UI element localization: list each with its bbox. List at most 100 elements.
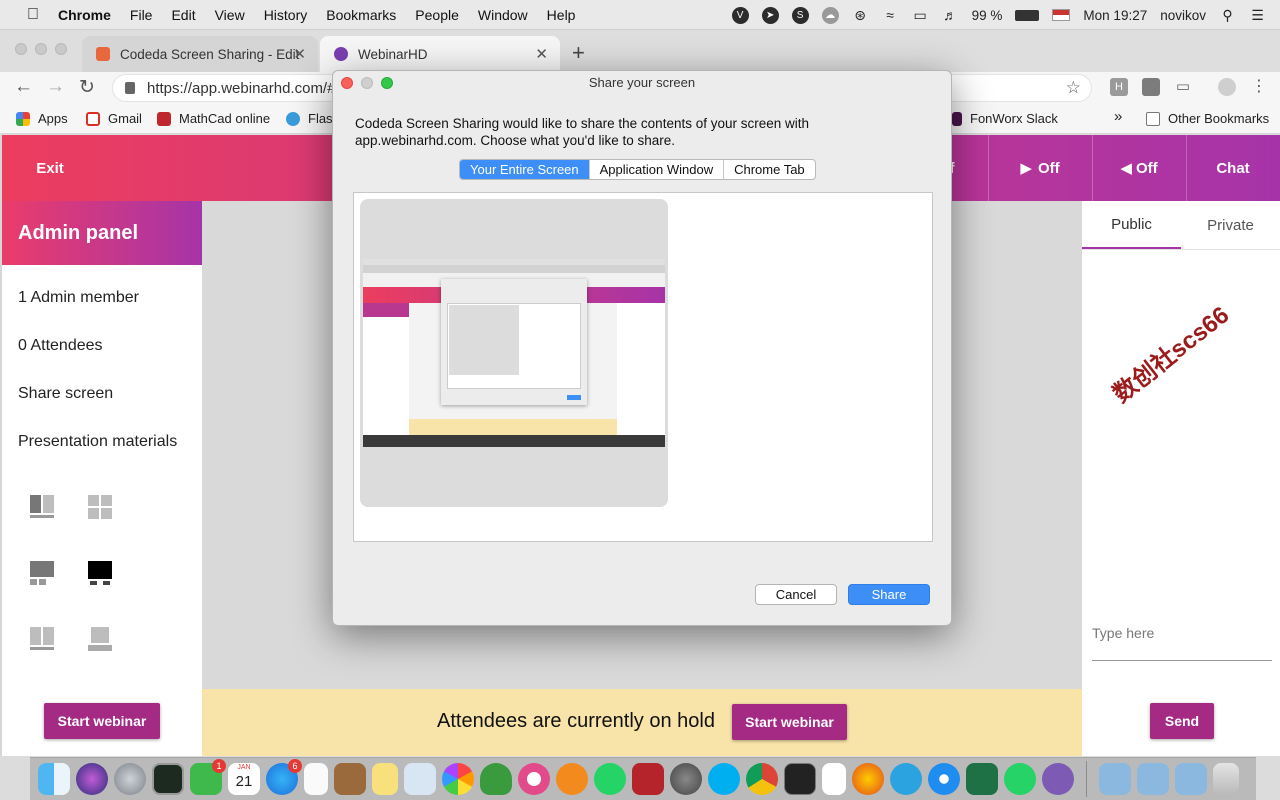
layout-split-icon[interactable] xyxy=(30,495,54,519)
telegram-status-icon[interactable]: ➤ xyxy=(762,7,779,24)
window-minimize-button[interactable] xyxy=(35,43,47,55)
bookmark-other[interactable]: Other Bookmarks xyxy=(1146,111,1269,126)
cancel-button[interactable]: Cancel xyxy=(755,584,837,605)
chat-message-input[interactable]: Type here xyxy=(1092,619,1272,661)
ibooks-icon[interactable] xyxy=(556,763,588,795)
tab-close-icon[interactable]: ✕ xyxy=(293,45,306,63)
new-tab-button[interactable]: + xyxy=(572,40,585,66)
trash-icon[interactable] xyxy=(1213,763,1239,795)
sidebar-start-webinar-button[interactable]: Start webinar xyxy=(44,703,160,739)
chrome-menu-icon[interactable]: ⋮ xyxy=(1250,78,1268,96)
whatsapp2-icon[interactable] xyxy=(1004,763,1036,795)
tab-webinarhd[interactable]: WebinarHD ✕ xyxy=(320,36,560,72)
dialog-close-button[interactable] xyxy=(341,77,353,89)
wifi-icon[interactable]: ≈ xyxy=(882,7,899,24)
firefox-icon[interactable] xyxy=(852,763,884,795)
file-icon[interactable] xyxy=(822,763,846,795)
reminders-icon[interactable] xyxy=(304,763,328,795)
bookmark-gmail[interactable]: Gmail xyxy=(86,111,142,126)
menubar-clock[interactable]: Mon 19:27 xyxy=(1083,8,1147,23)
cast-icon[interactable]: ▭ xyxy=(1174,78,1192,96)
forward-arrow-icon[interactable]: → xyxy=(46,76,65,98)
excel-icon[interactable] xyxy=(966,763,998,795)
tab-close-icon[interactable]: ✕ xyxy=(535,45,548,63)
finder-icon[interactable] xyxy=(38,763,70,795)
calendar-icon[interactable]: JAN 21 xyxy=(228,763,260,795)
chrome-icon[interactable] xyxy=(746,763,778,795)
adium-icon[interactable] xyxy=(480,763,512,795)
prefs-icon[interactable] xyxy=(670,763,702,795)
menu-history[interactable]: History xyxy=(264,7,308,23)
itunes-icon[interactable] xyxy=(518,763,550,795)
apple-icon[interactable]:  xyxy=(22,6,44,24)
menu-edit[interactable]: Edit xyxy=(171,7,195,23)
launchpad-icon[interactable] xyxy=(114,763,146,795)
tab-codeda[interactable]: Codeda Screen Sharing - Edit Item ✕ xyxy=(82,36,318,72)
siri-icon[interactable] xyxy=(76,763,108,795)
video-toggle-button[interactable]: ▶ Off xyxy=(988,135,1092,201)
tab-public[interactable]: Public xyxy=(1082,201,1181,249)
terminal-icon[interactable] xyxy=(784,763,816,795)
extension-h-icon[interactable]: H xyxy=(1110,78,1128,96)
battery-icon[interactable] xyxy=(1015,10,1039,21)
input-source-flag-icon[interactable] xyxy=(1052,9,1070,21)
volume-icon[interactable]: ♬ xyxy=(942,7,959,24)
banner-start-webinar-button[interactable]: Start webinar xyxy=(732,704,847,740)
bookmarks-overflow-chevron-icon[interactable]: » xyxy=(1114,108,1122,125)
menubar-user[interactable]: novikov xyxy=(1160,8,1206,23)
layout-fullscreen-icon[interactable] xyxy=(88,561,112,585)
dialog-zoom-button[interactable] xyxy=(381,77,393,89)
bookmark-apps[interactable]: Apps xyxy=(16,111,68,126)
preview-icon[interactable] xyxy=(404,763,436,795)
menu-bookmarks[interactable]: Bookmarks xyxy=(326,7,396,23)
menu-file[interactable]: File xyxy=(130,7,153,23)
share-screen-item[interactable]: Share screen xyxy=(18,385,113,403)
spotlight-search-icon[interactable]: ⚲ xyxy=(1219,7,1236,24)
menu-view[interactable]: View xyxy=(215,7,245,23)
safari-icon[interactable] xyxy=(928,763,960,795)
segment-chrome-tab[interactable]: Chrome Tab xyxy=(723,160,815,179)
tab-private[interactable]: Private xyxy=(1181,201,1280,249)
profile-avatar[interactable] xyxy=(1218,78,1236,96)
notes-icon[interactable] xyxy=(372,763,398,795)
photobooth-icon[interactable] xyxy=(632,763,664,795)
admin-members-item[interactable]: 1 Admin member xyxy=(18,289,139,307)
exit-button[interactable]: Exit xyxy=(2,135,98,201)
cloud-status-icon[interactable]: ☁ xyxy=(822,7,839,24)
notification-center-icon[interactable]: ☰ xyxy=(1249,7,1266,24)
viber-icon[interactable] xyxy=(1042,763,1074,795)
layout-presenter-icon[interactable] xyxy=(30,561,54,585)
applications-folder-icon[interactable] xyxy=(1099,763,1131,795)
menu-app-name[interactable]: Chrome xyxy=(58,7,111,23)
presentation-materials-item[interactable]: Presentation materials xyxy=(18,433,177,451)
skype-icon[interactable] xyxy=(708,763,740,795)
back-arrow-icon[interactable]: ← xyxy=(14,76,33,98)
audio-toggle-button[interactable]: ◀ Off xyxy=(1092,135,1186,201)
send-button[interactable]: Send xyxy=(1150,703,1214,739)
extension-screen-icon[interactable] xyxy=(1142,78,1160,96)
viber-status-icon[interactable]: V xyxy=(732,7,749,24)
airplay-icon[interactable]: ▭ xyxy=(912,7,929,24)
layout-side-by-side-icon[interactable] xyxy=(30,627,54,651)
reload-icon[interactable]: ↻ xyxy=(79,76,95,99)
layout-single-icon[interactable] xyxy=(88,627,112,651)
share-button[interactable]: Share xyxy=(848,584,930,605)
menu-help[interactable]: Help xyxy=(547,7,576,23)
activity-icon[interactable] xyxy=(152,763,184,795)
window-close-button[interactable] xyxy=(15,43,27,55)
contacts-icon[interactable] xyxy=(334,763,366,795)
layout-grid-icon[interactable] xyxy=(88,495,112,519)
attendees-item[interactable]: 0 Attendees xyxy=(18,337,103,355)
whatsapp-icon[interactable] xyxy=(594,763,626,795)
telegram-icon[interactable] xyxy=(890,763,922,795)
chat-button[interactable]: Chat xyxy=(1186,135,1280,201)
bookmark-fonworx-slack[interactable]: FonWorx Slack xyxy=(952,111,1058,126)
photos-icon[interactable] xyxy=(442,763,474,795)
downloads-folder-icon[interactable] xyxy=(1175,763,1207,795)
appstore-icon[interactable]: 6 xyxy=(266,763,298,795)
segment-entire-screen[interactable]: Your Entire Screen xyxy=(460,160,589,179)
menu-people[interactable]: People xyxy=(415,7,459,23)
entire-screen-preview[interactable] xyxy=(360,199,668,507)
bookmark-flas[interactable]: Flas xyxy=(286,111,333,126)
facetime-icon[interactable]: 1 xyxy=(190,763,222,795)
